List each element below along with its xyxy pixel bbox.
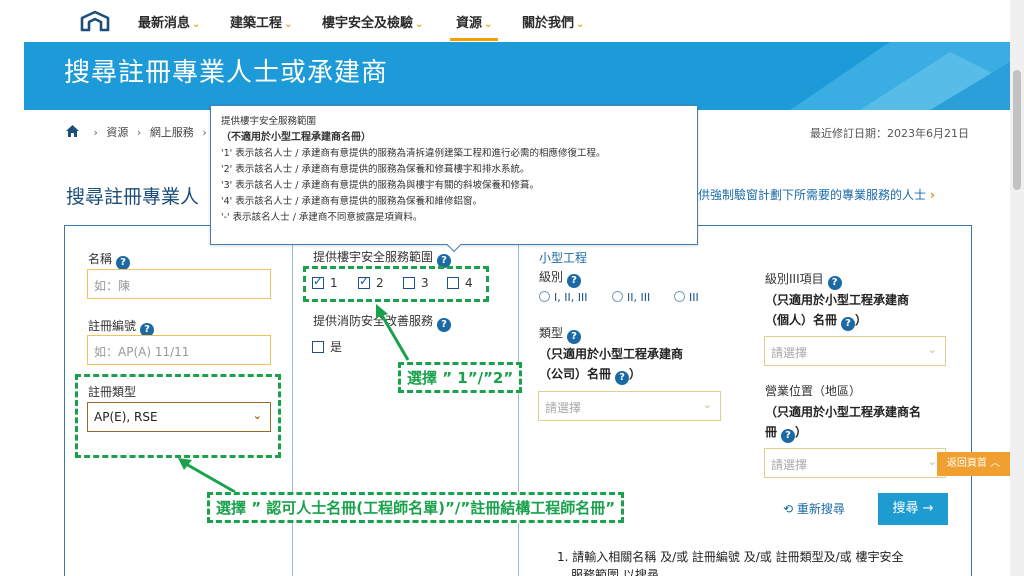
annotation-box-service: [303, 266, 489, 302]
tooltip-line: '3' 表示該名人士 / 承建商有意提供的服務為與樓宇有關的斜坡保養和修葺。: [221, 180, 540, 191]
section-heading: 搜尋註冊專業人: [66, 186, 200, 208]
help-icon[interactable]: ?: [841, 317, 856, 331]
help-icon[interactable]: ?: [567, 330, 582, 344]
nav-item-building-works[interactable]: 建築工程 ⌄: [230, 12, 292, 31]
service-scope-label: 提供樓宇安全服務範圍?: [313, 248, 452, 268]
chevron-down-icon: ⌄: [927, 455, 937, 468]
annotation-label-service: 選擇 ” 1”/”2”: [398, 362, 523, 393]
search-button[interactable]: 搜尋 →: [878, 493, 948, 525]
fire-safety-label: 提供消防安全改善服務?: [313, 312, 452, 332]
name-label: 名稱?: [88, 250, 131, 270]
reset-button[interactable]: ⟲ 重新搜尋: [783, 500, 845, 517]
service-scope-tooltip: 提供樓宇安全服務範圍 （不適用於小型工程承建商名冊） '1' 表示該名人士 / …: [210, 105, 698, 245]
location-select[interactable]: 請選擇 ⌄: [764, 448, 946, 478]
chevron-right-icon: ›: [930, 188, 935, 202]
back-to-top-button[interactable]: 返回頁首 ︿: [937, 452, 1010, 476]
class3-select[interactable]: 請選擇 ⌄: [764, 336, 946, 366]
nav-item-resources[interactable]: 資源 ⌄: [449, 12, 499, 41]
top-nav: 最新消息 ⌄ 建築工程 ⌄ 樓宇安全及檢驗 ⌄ 資源 ⌄ 關於我們 ⌄: [0, 0, 1010, 42]
nav-item-news[interactable]: 最新消息 ⌄: [138, 12, 200, 31]
type-note: （公司）名冊?）: [539, 367, 642, 385]
radio-button[interactable]: [674, 291, 685, 302]
page-scrollbar[interactable]: [1010, 0, 1024, 576]
help-icon[interactable]: ?: [437, 318, 452, 332]
location-note: （只適用於小型工程承建商名: [765, 405, 922, 419]
tooltip-line: '4' 表示該名人士 / 承建商有意提供的服務為保養和維修鋁窗。: [221, 196, 483, 207]
chevron-down-icon: ⌄: [927, 343, 937, 356]
type-select[interactable]: 請選擇 ⌄: [538, 391, 721, 421]
name-input[interactable]: 如：陳: [87, 269, 271, 299]
nav-item-building-safety[interactable]: 樓宇安全及檢驗 ⌄: [322, 12, 423, 31]
chevron-down-icon: ⌄: [702, 398, 712, 411]
location-note: 冊?）: [765, 425, 808, 443]
radio-button[interactable]: [612, 291, 623, 302]
page-title: 搜尋註冊專業人士或承建商: [64, 58, 389, 88]
revised-date: 最近修訂日期：2023年6月21日: [810, 127, 969, 140]
class-radio-3[interactable]: III: [674, 291, 699, 304]
radio-button[interactable]: [539, 291, 550, 302]
annotation-box-regtype: [75, 374, 281, 458]
tooltip-line: '2' 表示該名人士 / 承建商有意提供的服務為保養和修葺樓宇和排水系統。: [221, 164, 530, 175]
annotation-label-regtype: 選擇 ” 認可人士名冊(工程師名單)”/”註冊結構工程師名冊”: [207, 492, 625, 523]
class-label: 級別?: [539, 268, 582, 288]
class-radio-1[interactable]: I, II, III: [539, 291, 587, 304]
banner-decoration: [790, 42, 1010, 110]
help-icon[interactable]: ?: [781, 429, 796, 443]
tooltip-line: '1' 表示該名人士 / 承建商有意提供的服務為清拆違例建築工程和進行必需的相應…: [221, 148, 606, 159]
window-inspection-link[interactable]: 供強制驗窗計劃下所需要的專業服務的人士 ›: [698, 186, 935, 203]
column-divider: [292, 228, 293, 576]
chevron-down-icon: ⌄: [415, 19, 424, 30]
checkbox-unchecked[interactable]: [312, 341, 324, 353]
chevron-down-icon: ⌄: [192, 19, 201, 30]
chevron-down-icon: ⌄: [284, 19, 293, 30]
reg-no-label: 註冊編號?: [88, 317, 155, 337]
logo-icon[interactable]: [80, 10, 110, 32]
instructions: 1. 請輸入相關名稱 及/或 註冊編號 及/或 註冊類型及/或 樓宇安全 服務範…: [557, 550, 904, 576]
class-radio-2[interactable]: II, III: [612, 291, 650, 304]
help-icon[interactable]: ?: [116, 256, 131, 270]
chevron-down-icon: ⌄: [576, 19, 585, 30]
type-note: （只適用於小型工程承建商: [539, 347, 684, 361]
nav-item-about-us[interactable]: 關於我們 ⌄: [522, 12, 584, 31]
fire-safety-checkbox[interactable]: 是: [312, 338, 342, 355]
breadcrumb-online-services[interactable]: 網上服務: [150, 126, 194, 139]
help-icon[interactable]: ?: [615, 371, 630, 385]
scrollbar-thumb[interactable]: [1013, 70, 1021, 190]
location-label: 營業位置（地區）: [765, 384, 862, 398]
class3-label: 級別III項目?: [765, 270, 842, 290]
refresh-icon: ⟲: [783, 502, 797, 516]
home-icon[interactable]: [66, 125, 79, 137]
page-banner: 搜尋註冊專業人士或承建商: [24, 42, 1010, 110]
column-divider: [518, 228, 519, 576]
class3-note: （只適用於小型工程承建商: [765, 293, 910, 307]
tooltip-line: '-' 表示該名人士 / 承建商不同意披露是項資料。: [221, 212, 423, 223]
chevron-down-icon: ⌄: [484, 19, 493, 30]
help-icon[interactable]: ?: [827, 276, 842, 290]
reg-no-input[interactable]: 如：AP(A) 11/11: [87, 335, 271, 365]
breadcrumb-resources[interactable]: 資源: [106, 126, 128, 139]
class3-note: （個人）名冊?）: [765, 313, 868, 331]
minor-works-heading: 小型工程: [539, 251, 588, 265]
type-label: 類型?: [539, 324, 582, 344]
help-icon[interactable]: ?: [567, 274, 582, 288]
breadcrumb: › 資源 › 網上服務 › 搜: [66, 124, 226, 140]
